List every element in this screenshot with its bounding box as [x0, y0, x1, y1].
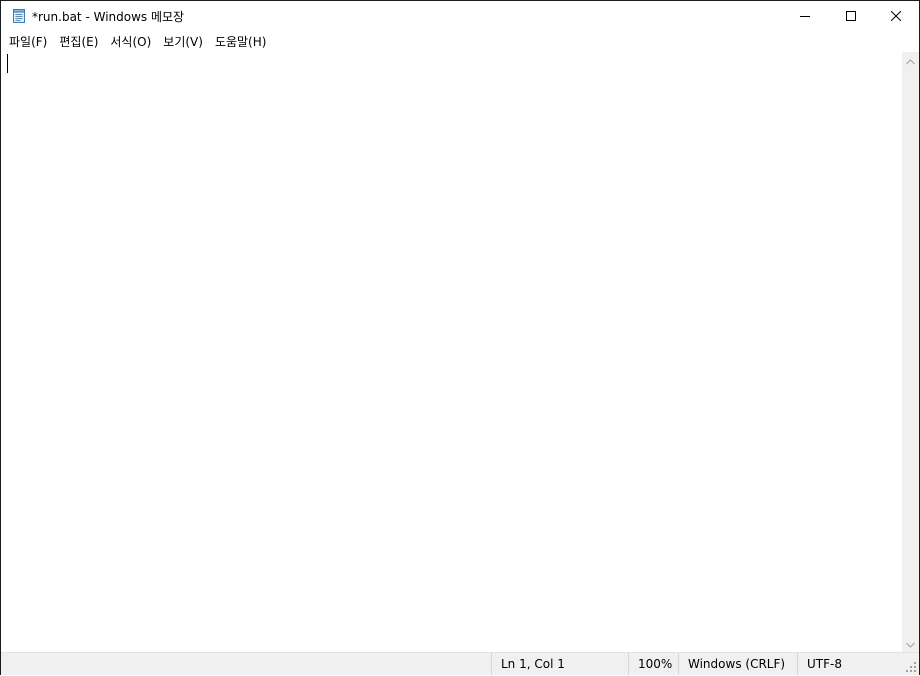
chevron-down-icon — [906, 637, 915, 651]
minimize-icon — [800, 10, 810, 24]
vertical-scrollbar[interactable] — [902, 52, 919, 652]
close-button[interactable] — [873, 1, 919, 32]
notepad-window: *run.bat - Windows 메모장 파일(F) 편집(E) 서식(O)… — [0, 0, 920, 675]
window-title: *run.bat - Windows 메모장 — [32, 10, 185, 24]
menu-edit[interactable]: 편집(E) — [53, 32, 104, 52]
line-ending: Windows (CRLF) — [678, 653, 798, 675]
cursor-position: Ln 1, Col 1 — [491, 653, 629, 675]
resize-grip-icon[interactable] — [905, 661, 917, 673]
chevron-up-icon — [906, 54, 915, 68]
maximize-button[interactable] — [828, 1, 874, 32]
maximize-icon — [846, 10, 856, 24]
encoding: UTF-8 — [797, 653, 902, 675]
zoom-level: 100% — [628, 653, 679, 675]
close-icon — [890, 10, 902, 24]
menu-bar: 파일(F) 편집(E) 서식(O) 보기(V) 도움말(H) — [1, 32, 919, 52]
title-bar[interactable]: *run.bat - Windows 메모장 — [1, 1, 919, 32]
minimize-button[interactable] — [782, 1, 828, 32]
text-caret — [7, 54, 8, 73]
scroll-up-button[interactable] — [902, 52, 919, 69]
notepad-icon[interactable] — [11, 8, 27, 24]
menu-file[interactable]: 파일(F) — [3, 32, 53, 52]
scroll-down-button[interactable] — [902, 635, 919, 652]
text-editor[interactable] — [1, 52, 902, 652]
menu-help[interactable]: 도움말(H) — [209, 32, 273, 52]
menu-view[interactable]: 보기(V) — [157, 32, 209, 52]
status-bar: Ln 1, Col 1 100% Windows (CRLF) UTF-8 — [1, 652, 919, 675]
menu-format[interactable]: 서식(O) — [104, 32, 157, 52]
